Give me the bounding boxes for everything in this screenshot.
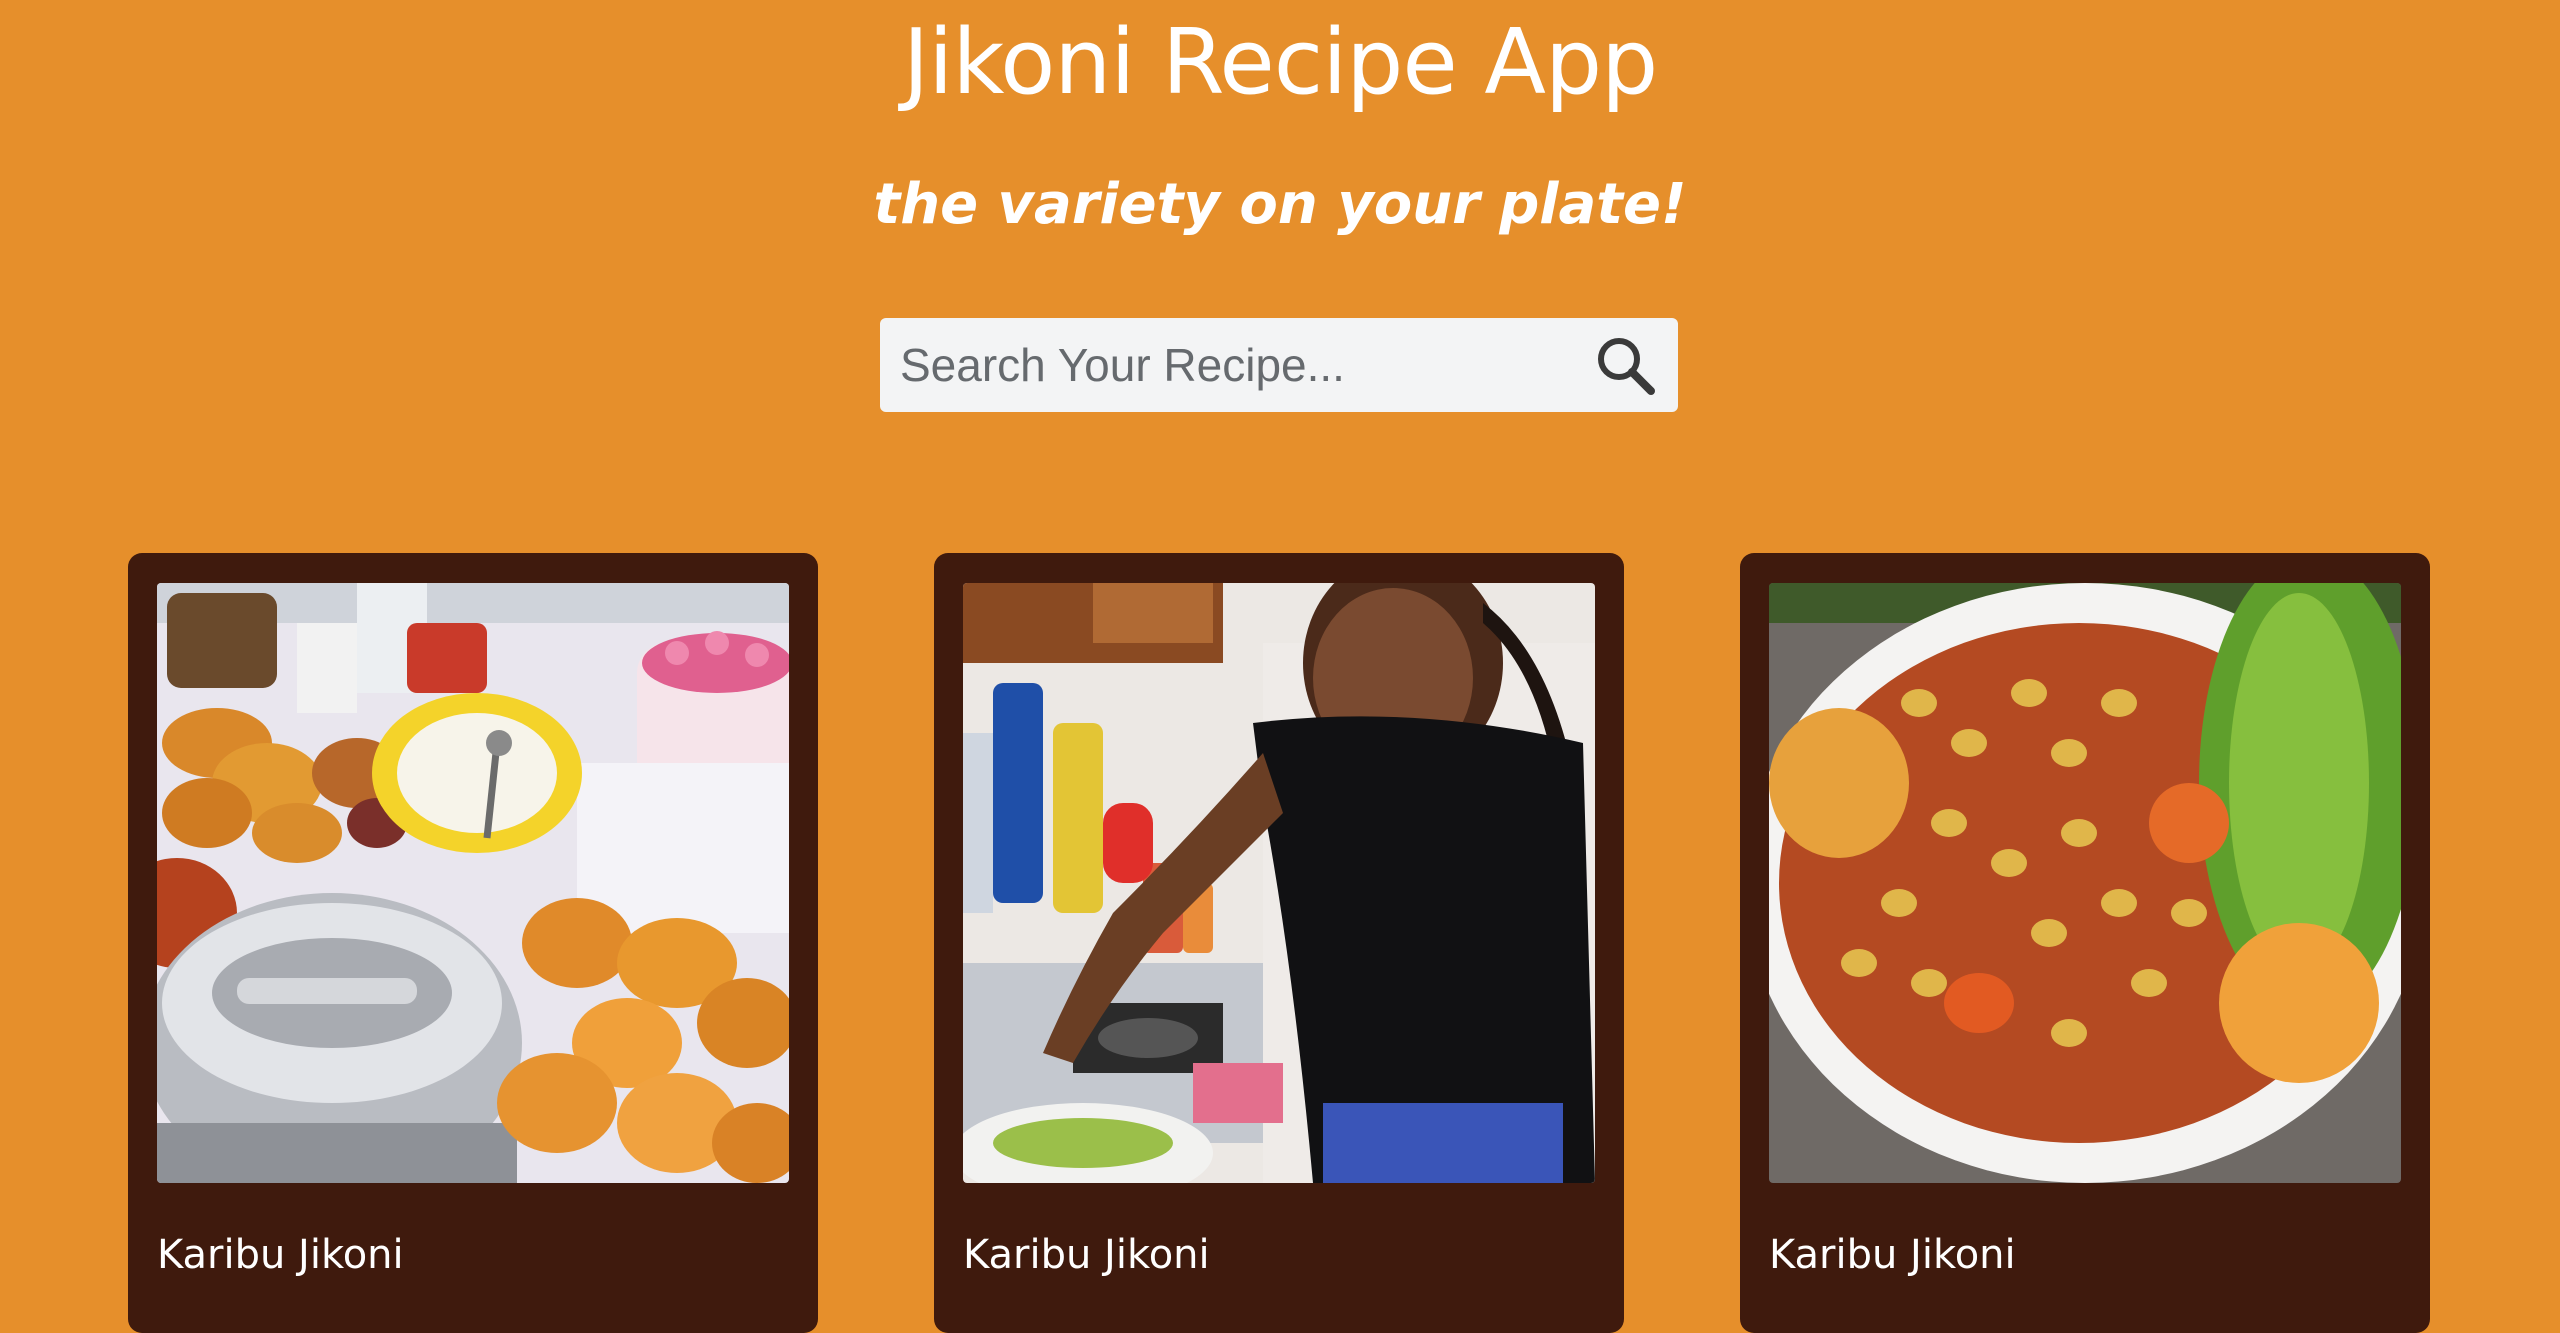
woman-cooking-photo [963,583,1595,1183]
app-subtitle: the variety on your plate! [873,172,1687,237]
food-spread-photo [157,583,789,1183]
recipe-card-list: Karibu Jikoni Karibu Jikoni Karibu Jikon… [0,553,2560,1333]
beans-stew-photo [1769,583,2401,1183]
card-title: Karibu Jikoni [963,1232,1210,1278]
recipe-card[interactable]: Karibu Jikoni [934,553,1624,1333]
card-title: Karibu Jikoni [157,1232,404,1278]
card-title: Karibu Jikoni [1769,1232,2016,1278]
search-input[interactable] [880,318,1580,412]
search-button[interactable] [1590,332,1660,398]
recipe-card[interactable]: Karibu Jikoni [1740,553,2430,1333]
search-bar [880,318,1678,412]
search-icon [1598,338,1655,395]
recipe-card[interactable]: Karibu Jikoni [128,553,818,1333]
app-title: Jikoni Recipe App [902,10,1658,115]
